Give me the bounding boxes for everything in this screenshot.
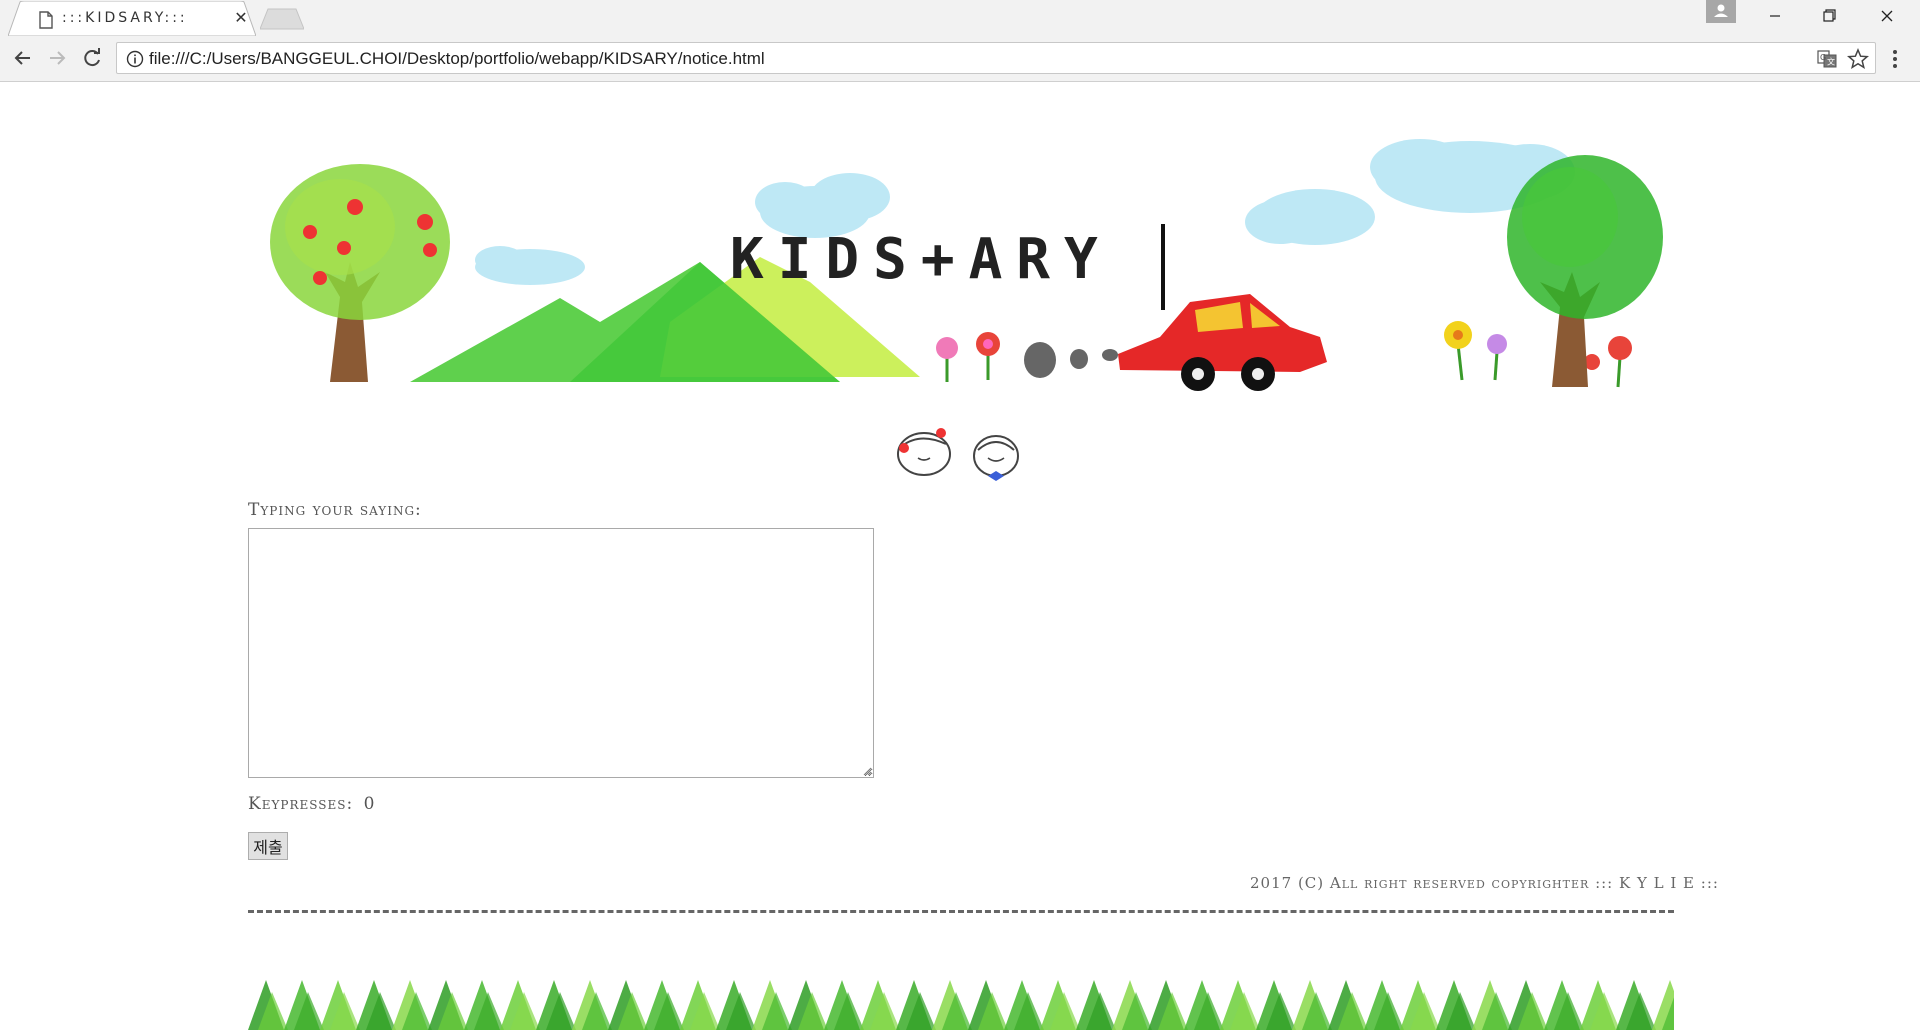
back-arrow-icon[interactable] [10, 45, 36, 71]
grass-illustration [248, 980, 1674, 1030]
star-icon[interactable] [1847, 48, 1869, 70]
tab-strip: :::KIDSARY::: ✕ [0, 0, 1920, 36]
close-icon[interactable]: ✕ [232, 9, 250, 27]
saying-textarea[interactable] [248, 528, 874, 778]
copyright-text: 2017 (C) All right reserved copyrighter … [1250, 874, 1719, 892]
new-tab-button[interactable] [260, 8, 304, 30]
keypress-count: 0 [363, 794, 376, 814]
profile-icon[interactable] [1706, 0, 1736, 23]
keypress-counter: Keypresses: 0 [248, 794, 375, 814]
dashed-divider [248, 910, 1674, 913]
smoke-illustration [1024, 342, 1118, 378]
info-icon[interactable] [126, 50, 144, 68]
text-cursor [1161, 224, 1165, 310]
minimize-icon[interactable] [1752, 0, 1798, 32]
address-bar[interactable]: file:///C:/Users/BANGGEUL.CHOI/Desktop/p… [116, 42, 1876, 74]
prompt-label: Typing your saying: [248, 500, 422, 520]
svg-text:文: 文 [1827, 57, 1835, 67]
site-logo[interactable]: KIDS+ARY [730, 227, 1112, 292]
red-car-illustration [1118, 294, 1327, 391]
kids-faces-illustration [897, 428, 1019, 481]
apple-tree-illustration [270, 164, 450, 382]
flower-illustration [1444, 321, 1632, 388]
restore-icon[interactable] [1806, 0, 1852, 32]
boy-face-icon [973, 435, 1019, 481]
toolbar: file:///C:/Users/BANGGEUL.CHOI/Desktop/p… [0, 36, 1920, 82]
flower-illustration [936, 332, 1000, 382]
forward-arrow-icon[interactable] [44, 45, 70, 71]
menu-dots-icon[interactable] [1890, 48, 1900, 70]
svg-text:G: G [1820, 53, 1826, 62]
browser-chrome: :::KIDSARY::: ✕ file:///C:/Users/BANGGEU… [0, 0, 1920, 82]
window-close-icon[interactable] [1864, 0, 1910, 32]
keypress-label: Keypresses: [248, 794, 354, 814]
tab-title: :::KIDSARY::: [62, 10, 188, 26]
girl-face-icon [897, 428, 951, 476]
reload-icon[interactable] [79, 45, 105, 71]
tree-illustration [1507, 155, 1663, 387]
browser-tab[interactable]: :::KIDSARY::: ✕ [8, 1, 256, 36]
submit-button[interactable]: 제출 [248, 832, 288, 860]
resize-grip-icon[interactable] [862, 766, 872, 776]
page-icon [39, 11, 53, 29]
translate-icon[interactable]: G 文 [1817, 50, 1837, 68]
web-page: KIDS+ARY Typing your saying: Keypresses:… [0, 82, 1920, 1030]
url-text[interactable]: file:///C:/Users/BANGGEUL.CHOI/Desktop/p… [149, 49, 765, 69]
